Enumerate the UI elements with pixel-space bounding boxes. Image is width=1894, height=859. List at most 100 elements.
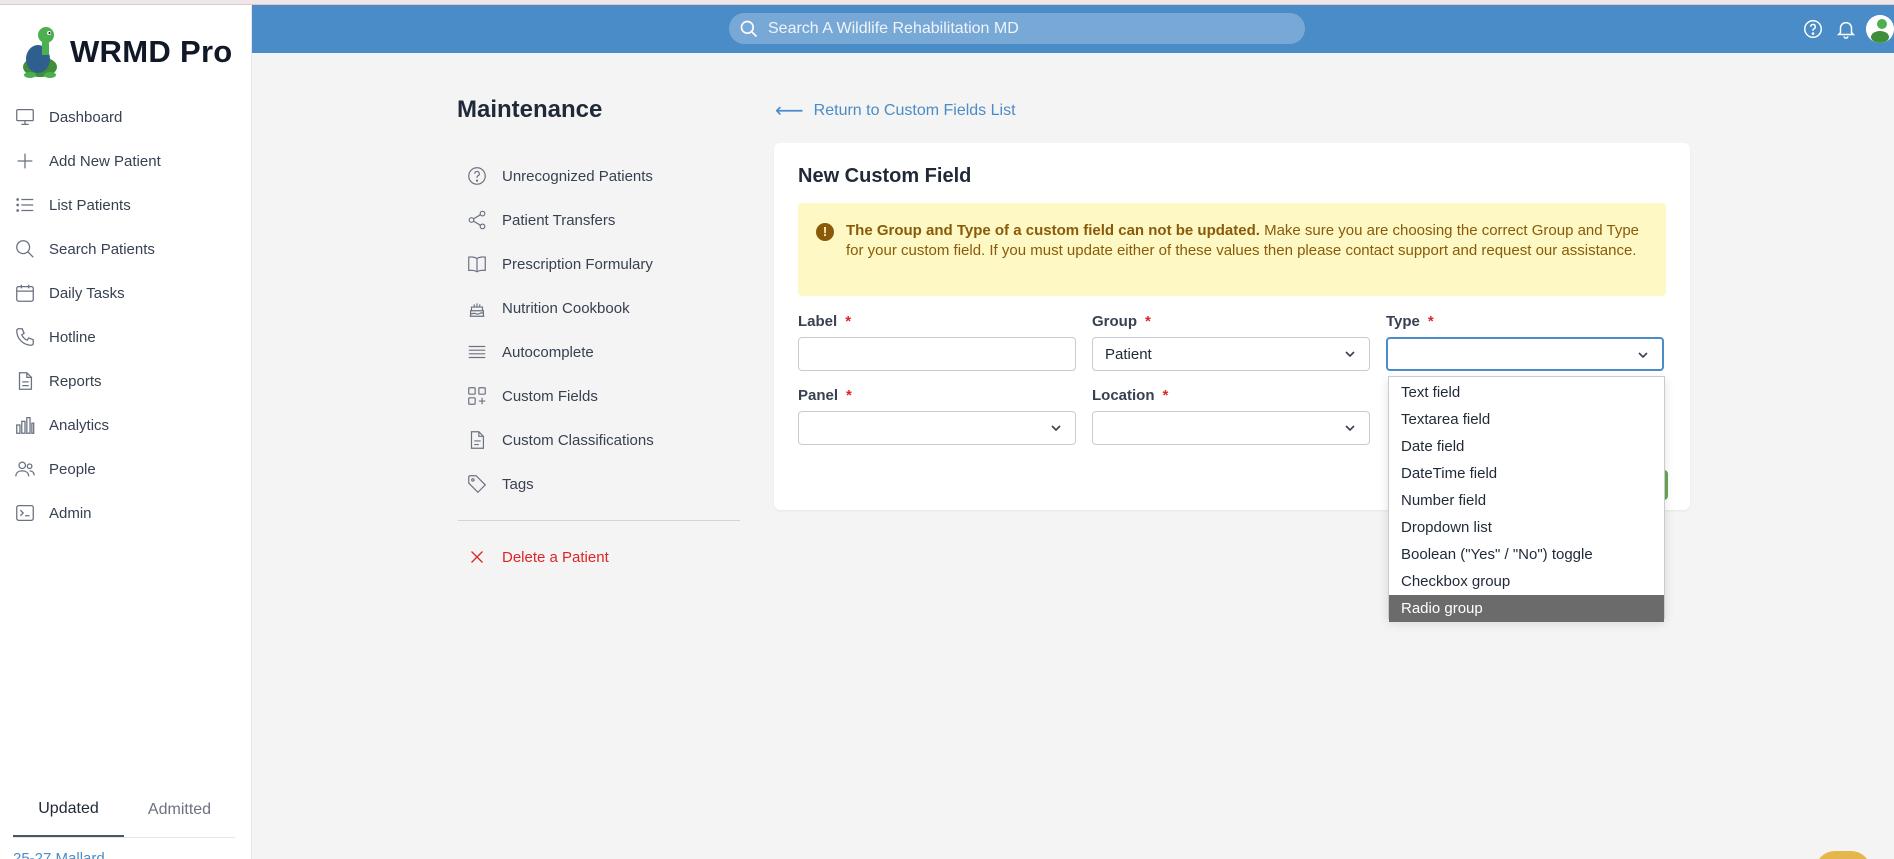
- sidebar-item-label: Daily Tasks: [49, 284, 125, 302]
- panel-field-label-text: Panel: [798, 387, 839, 404]
- sidebar-item-hotline[interactable]: Hotline: [0, 315, 251, 359]
- maintenance-item-label: Patient Transfers: [502, 211, 616, 229]
- label-field-label: Label *: [798, 313, 851, 330]
- turtle-logo-icon: [23, 27, 57, 78]
- search-icon: [740, 20, 758, 37]
- maintenance-item-label: Custom Classifications: [502, 431, 654, 449]
- group-select[interactable]: Patient: [1092, 337, 1370, 371]
- tab-updated[interactable]: Updated: [13, 782, 124, 837]
- type-option-textarea-field[interactable]: Textarea field: [1389, 406, 1664, 433]
- avatar[interactable]: [1866, 15, 1894, 43]
- chat-help-bubble[interactable]: [1815, 851, 1871, 859]
- sidebar-item-list-patients[interactable]: List Patients: [0, 183, 251, 227]
- maintenance-item-autocomplete[interactable]: Autocomplete: [458, 330, 740, 374]
- required-mark: *: [1145, 313, 1151, 330]
- maintenance-item-label: Tags: [502, 475, 534, 493]
- maintenance-item-custom-classifications[interactable]: Custom Classifications: [458, 418, 740, 462]
- group-field-label: Group *: [1092, 313, 1151, 330]
- phone-icon: [14, 326, 36, 348]
- type-option-boolean-toggle[interactable]: Boolean ("Yes" / "No") toggle: [1389, 541, 1664, 568]
- sidebar-item-reports[interactable]: Reports: [0, 359, 251, 403]
- type-option-datetime-field[interactable]: DateTime field: [1389, 460, 1664, 487]
- user-avatar-icon: [1866, 15, 1894, 43]
- document-icon: [14, 370, 36, 392]
- type-option-radio-group[interactable]: Radio group: [1389, 595, 1664, 622]
- tag-icon: [466, 473, 488, 495]
- sidebar-item-analytics[interactable]: Analytics: [0, 403, 251, 447]
- type-option-number-field[interactable]: Number field: [1389, 487, 1664, 514]
- return-to-custom-fields-link[interactable]: ⟵ Return to Custom Fields List: [775, 98, 1016, 123]
- help-icon[interactable]: [1801, 17, 1825, 41]
- chevron-down-icon: [1345, 351, 1355, 358]
- question-circle-icon: [466, 165, 488, 187]
- maintenance-item-prescription-formulary[interactable]: Prescription Formulary: [458, 242, 740, 286]
- type-option-text-field[interactable]: Text field: [1389, 379, 1664, 406]
- bell-icon[interactable]: [1834, 17, 1858, 41]
- maintenance-item-label: Prescription Formulary: [502, 255, 653, 273]
- lines-icon: [466, 341, 488, 363]
- type-field-label: Type *: [1386, 313, 1434, 330]
- sidebar-nav: Dashboard Add New Patient List Patients …: [0, 95, 251, 535]
- topbar: [252, 5, 1894, 53]
- brand[interactable]: WRMD Pro: [18, 25, 233, 79]
- document-text-icon: [466, 429, 488, 451]
- chevron-down-icon: [1638, 352, 1648, 359]
- delete-patient-link[interactable]: Delete a Patient: [458, 535, 609, 579]
- maintenance-item-tags[interactable]: Tags: [458, 462, 740, 506]
- sidebar-item-label: Dashboard: [49, 108, 123, 126]
- calendar-icon: [14, 282, 36, 304]
- type-option-date-field[interactable]: Date field: [1389, 433, 1664, 460]
- sidebar-item-admin[interactable]: Admin: [0, 491, 251, 535]
- type-field-label-text: Type: [1386, 313, 1420, 330]
- maintenance-item-patient-transfers[interactable]: Patient Transfers: [458, 198, 740, 242]
- maintenance-item-label: Autocomplete: [502, 343, 594, 361]
- maintenance-item-custom-fields[interactable]: Custom Fields: [458, 374, 740, 418]
- type-option-dropdown-list[interactable]: Dropdown list: [1389, 514, 1664, 541]
- group-field-label-text: Group: [1092, 313, 1137, 330]
- sidebar-item-daily-tasks[interactable]: Daily Tasks: [0, 271, 251, 315]
- terminal-icon: [14, 502, 36, 524]
- sidebar-item-label: People: [49, 460, 96, 478]
- panel-field-label: Panel *: [798, 387, 852, 404]
- sidebar-item-add-new-patient[interactable]: Add New Patient: [0, 139, 251, 183]
- tab-admitted[interactable]: Admitted: [124, 782, 235, 837]
- type-dropdown-list: Text field Textarea field Date field Dat…: [1388, 376, 1665, 622]
- cake-icon: [466, 297, 488, 319]
- squares-plus-icon: [466, 385, 488, 407]
- maintenance-item-unrecognized-patients[interactable]: Unrecognized Patients: [458, 154, 740, 198]
- sidebar-item-people[interactable]: People: [0, 447, 251, 491]
- maintenance-divider: [458, 520, 740, 521]
- global-search[interactable]: [729, 13, 1305, 44]
- label-input[interactable]: [798, 337, 1076, 371]
- search-input[interactable]: [768, 19, 1288, 38]
- label-field-label-text: Label: [798, 313, 838, 330]
- list-icon: [14, 194, 36, 216]
- bar-chart-icon: [14, 414, 36, 436]
- people-icon: [14, 458, 36, 480]
- type-select[interactable]: [1386, 337, 1664, 371]
- type-option-checkbox-group[interactable]: Checkbox group: [1389, 568, 1664, 595]
- alert-bold-text: The Group and Type of a custom field can…: [846, 222, 1260, 239]
- maintenance-title: Maintenance: [457, 96, 603, 123]
- group-select-value: Patient: [1105, 345, 1152, 363]
- share-icon: [466, 209, 488, 231]
- maintenance-item-label: Custom Fields: [502, 387, 598, 405]
- sidebar-item-dashboard[interactable]: Dashboard: [0, 95, 251, 139]
- maintenance-item-nutrition-cookbook[interactable]: Nutrition Cookbook: [458, 286, 740, 330]
- required-mark: *: [846, 387, 852, 404]
- sidebar-item-label: Hotline: [49, 328, 96, 346]
- sidebar-item-search-patients[interactable]: Search Patients: [0, 227, 251, 271]
- required-mark: *: [1162, 387, 1169, 404]
- recent-patient-link[interactable]: 25-27 Mallard: [13, 850, 105, 859]
- location-select[interactable]: [1092, 411, 1370, 445]
- sidebar-tabs: Updated Admitted: [13, 782, 235, 838]
- sidebar: WRMD Pro Dashboard Add New Patient List …: [0, 5, 252, 859]
- panel-select[interactable]: [798, 411, 1076, 445]
- sidebar-item-label: List Patients: [49, 196, 131, 214]
- maintenance-item-label: Unrecognized Patients: [502, 167, 653, 185]
- dashboard-icon: [14, 106, 36, 128]
- card-title: New Custom Field: [798, 165, 972, 187]
- location-field-label: Location *: [1092, 387, 1168, 404]
- chevron-down-icon: [1051, 425, 1061, 432]
- maintenance-menu: Unrecognized Patients Patient Transfers …: [458, 154, 740, 506]
